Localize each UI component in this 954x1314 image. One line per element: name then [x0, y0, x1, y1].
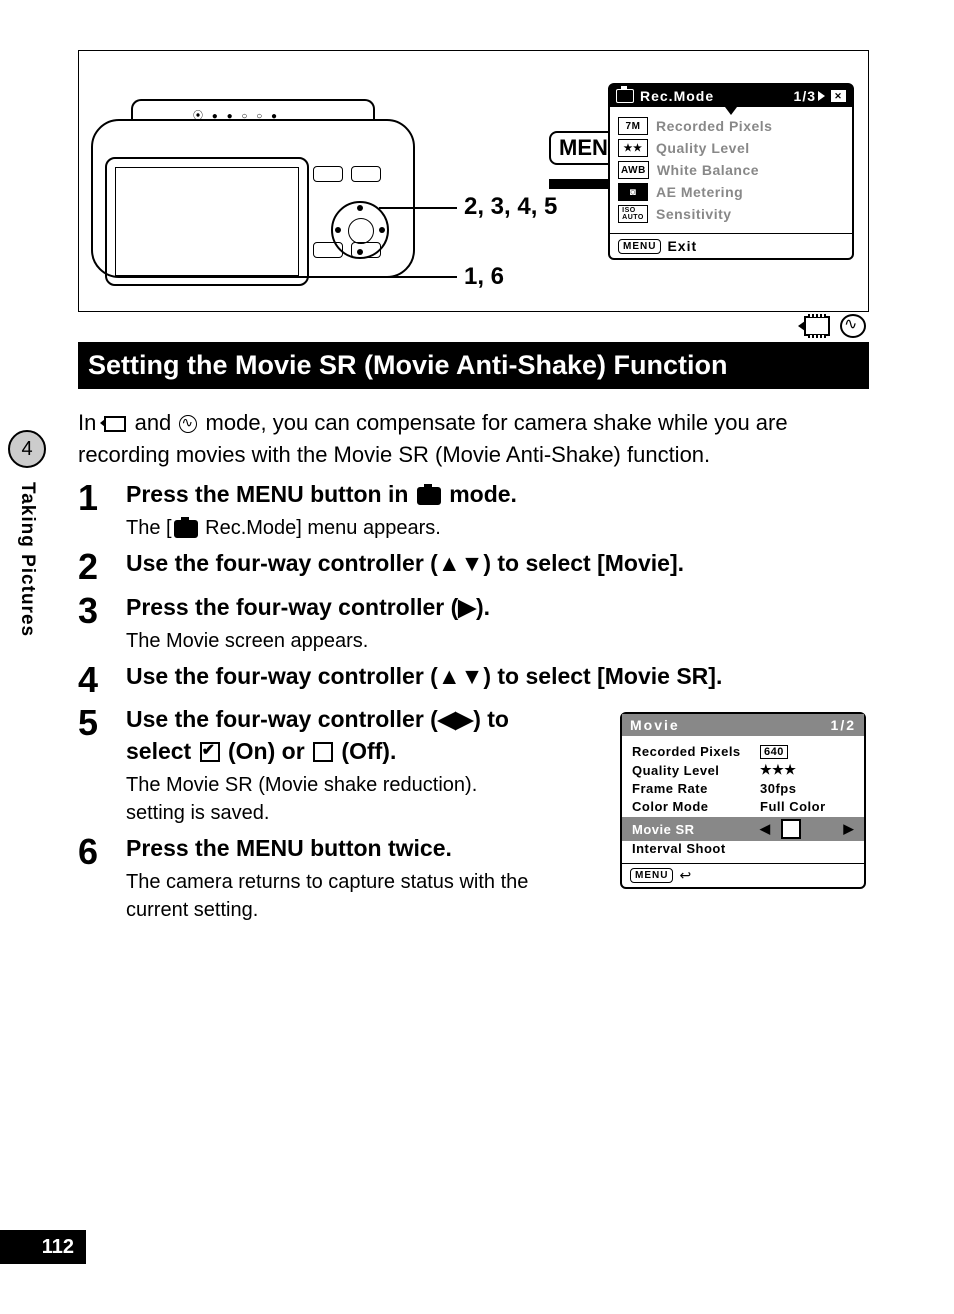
- chevron-left-icon: ◀: [760, 821, 771, 837]
- movie-menu-page: 1/2: [831, 717, 856, 733]
- return-icon: ↩: [679, 867, 691, 884]
- movie-mode-icon: [804, 316, 830, 336]
- menu-item: Sensitivity: [656, 206, 732, 222]
- top-illustration-box: ⦿ ● ● ○ ○ ● 2, 3, 4, 5 1, 6 MENU Rec.Mod…: [78, 50, 869, 312]
- menu-item: Recorded Pixels: [656, 118, 772, 134]
- checkbox-off-icon: [313, 742, 333, 762]
- movie-menu-title: Movie: [630, 717, 680, 733]
- menu-item: White Balance: [657, 162, 759, 178]
- menu-button-label: MENU: [630, 868, 673, 883]
- menu-button-label: MENU: [618, 239, 661, 254]
- step-3: 3 Press the four-way controller (▶). The…: [78, 592, 869, 655]
- section-heading: Setting the Movie SR (Movie Anti-Shake) …: [78, 342, 869, 389]
- menu-item: AE Metering: [656, 184, 743, 200]
- movie-mode-icon: [104, 416, 126, 432]
- step-2: 2 Use the four-way controller (▲▼) to se…: [78, 548, 869, 586]
- camera-illustration: ⦿ ● ● ○ ○ ●: [91, 99, 411, 274]
- step-4: 4 Use the four-way controller (▲▼) to se…: [78, 661, 869, 699]
- capture-mode-icon: [417, 487, 441, 505]
- step-1: 1 Press the MENU button in mode. The [ R…: [78, 479, 869, 542]
- callout-steps-menu-btn: 1, 6: [464, 263, 504, 291]
- exit-label: Exit: [667, 238, 697, 254]
- chapter-number-badge: 4: [8, 430, 46, 468]
- rec-mode-page: 1/3: [794, 88, 816, 104]
- checkbox-on-icon: [781, 819, 801, 839]
- intro-paragraph: In and mode, you can compensate for came…: [78, 407, 869, 471]
- rec-mode-menu: Rec.Mode 1/3 ✕ 7MRecorded Pixels ★★Quali…: [608, 83, 854, 260]
- tools-tab-icon: ✕: [831, 90, 846, 102]
- chapter-title: Taking Pictures: [16, 482, 38, 637]
- anti-shake-mode-icon: [179, 415, 197, 433]
- chevron-right-icon: [818, 91, 825, 101]
- chapter-sidebar: 4 Taking Pictures: [0, 430, 54, 637]
- capture-mode-icon: [174, 520, 198, 538]
- movie-sr-row-selected: Movie SR ◀ ▶: [622, 817, 864, 841]
- movie-settings-menu: Movie 1/2 Recorded Pixels640 Quality Lev…: [620, 712, 866, 889]
- callout-steps-dial: 2, 3, 4, 5: [464, 193, 557, 221]
- anti-shake-mode-icon: [840, 314, 866, 338]
- rec-mode-title: Rec.Mode: [640, 88, 714, 104]
- menu-item: Quality Level: [656, 140, 750, 156]
- chevron-down-icon: [725, 107, 737, 115]
- camera-icon: [616, 89, 634, 103]
- chevron-right-icon: ▶: [844, 821, 855, 837]
- page-number: 112: [0, 1230, 86, 1264]
- checkbox-on-icon: [200, 742, 220, 762]
